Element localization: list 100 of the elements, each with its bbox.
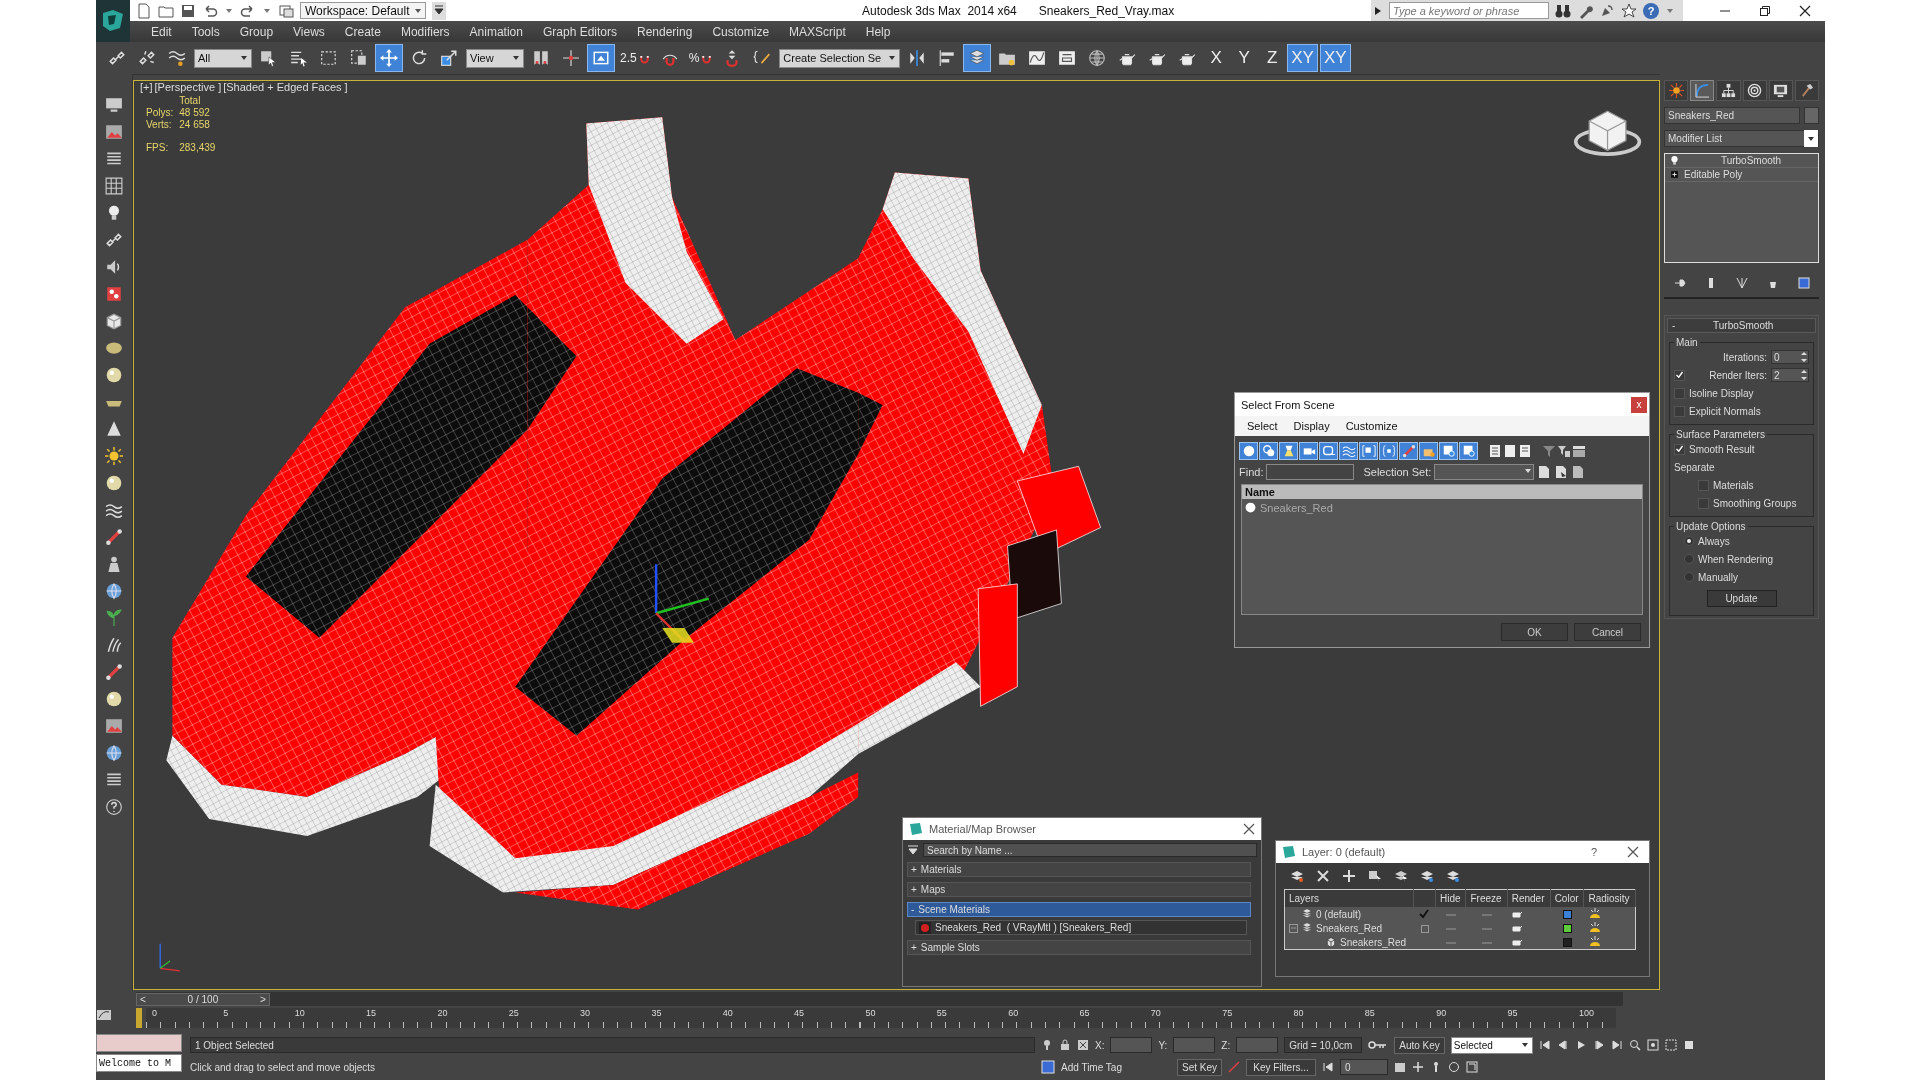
- menu-item[interactable]: Create: [335, 24, 392, 39]
- frame-tick-label: 55: [936, 1008, 947, 1020]
- file-name: Sneakers_Red_Vray.max: [1038, 3, 1175, 18]
- frame-tick-label: 5: [223, 1008, 229, 1020]
- section-label: Separate: [1674, 461, 1715, 473]
- frame-field[interactable]: 0: [1340, 1059, 1389, 1075]
- window-title: Layer: 0 (default): [1302, 846, 1386, 858]
- group-header[interactable]: - Scene Materials: [907, 902, 1251, 917]
- menu-item[interactable]: Customize: [703, 24, 781, 39]
- coordinate-label: Z:: [1221, 1039, 1231, 1051]
- group-title: Update Options: [1675, 521, 1747, 532]
- spinner-field[interactable]: 0: [1771, 350, 1809, 364]
- column-header[interactable]: Layers: [1284, 889, 1414, 907]
- layer-name[interactable]: Sneakers_Red: [1316, 922, 1383, 934]
- find-label: Find:: [1239, 466, 1264, 478]
- time-slider[interactable]: < 0 / 100 >: [136, 992, 270, 1006]
- frame-tick-label: 95: [1507, 1008, 1518, 1020]
- spinner-field[interactable]: 2: [1771, 368, 1809, 382]
- update-button[interactable]: Update: [1706, 590, 1777, 607]
- radio-label: Manually: [1698, 571, 1739, 583]
- snap-toggle-button[interactable]: 2.5: [618, 45, 653, 71]
- frame-tick-label: 25: [508, 1008, 519, 1020]
- key-filters-button[interactable]: Key Filters...: [1246, 1058, 1317, 1076]
- snap-toggle-button[interactable]: %: [686, 45, 716, 71]
- group-title: Surface Parameters: [1675, 429, 1766, 440]
- track-bar[interactable]: 0 5 10 15 20 25 30 35 40 45 50 55 60 65 70 75 80 85 90 95 100: [146, 1008, 1616, 1028]
- checkbox-label: Materials: [1713, 479, 1754, 491]
- menu-item[interactable]: Rendering: [628, 24, 704, 39]
- menu-item[interactable]: Modifiers: [391, 24, 461, 39]
- maxscript-output-field[interactable]: Welcome to M: [96, 1054, 182, 1072]
- menu-item[interactable]: Views: [284, 24, 336, 39]
- menu-item[interactable]: Select: [1247, 420, 1278, 432]
- dialog-button[interactable]: OK: [1501, 623, 1568, 641]
- menu-item[interactable]: Edit: [142, 24, 183, 39]
- rollout-header[interactable]: - TurboSmooth: [1667, 318, 1816, 333]
- menu-item[interactable]: Animation: [460, 24, 534, 39]
- menu-item[interactable]: Tools: [182, 24, 231, 39]
- group-header[interactable]: + Maps: [907, 882, 1251, 897]
- axis-constraint-button[interactable]: Y: [1232, 45, 1257, 71]
- viewport-label[interactable]: [Perspective ]: [154, 81, 222, 93]
- menu-item[interactable]: Group: [230, 24, 285, 39]
- dropdown[interactable]: Create Selection Se: [779, 48, 901, 68]
- axis-constraint-button[interactable]: Z: [1260, 45, 1285, 71]
- frame-tick-label: 30: [580, 1008, 591, 1020]
- frame-tick-label: 70: [1150, 1008, 1161, 1020]
- group-header[interactable]: + Sample Slots: [907, 940, 1251, 955]
- close-button[interactable]: x: [1631, 396, 1647, 413]
- dropdown[interactable]: All: [194, 48, 252, 68]
- group-header[interactable]: + Materials: [907, 862, 1251, 877]
- window-title: Material/Map Browser: [929, 823, 1036, 835]
- dialog-button[interactable]: Cancel: [1574, 623, 1641, 641]
- stat-label: Polys:: [146, 107, 174, 119]
- add-time-tag-label[interactable]: Add Time Tag: [1061, 1061, 1171, 1073]
- help-button[interactable]: ?: [1590, 846, 1597, 858]
- frame-tick-label: 50: [865, 1008, 876, 1020]
- menu-item[interactable]: Help: [856, 24, 902, 39]
- coordinate-label: Y:: [1158, 1039, 1168, 1051]
- menu-item[interactable]: Graph Editors: [533, 24, 628, 39]
- help-button[interactable]: ?: [1643, 2, 1659, 19]
- checkbox-label: Explicit Normals: [1689, 405, 1761, 417]
- column-header[interactable]: Render: [1507, 889, 1551, 907]
- frame-tick-label: 0: [152, 1008, 157, 1020]
- field-label: Iterations:: [1723, 351, 1767, 363]
- stat-label: Verts:: [146, 119, 173, 131]
- modifier-list-dropdown[interactable]: Modifier List: [1664, 130, 1819, 147]
- layer-name[interactable]: 0 (default): [1316, 908, 1362, 920]
- dropdown[interactable]: View: [466, 48, 524, 68]
- menu-item[interactable]: Customize: [1345, 420, 1398, 432]
- collapse-toggle[interactable]: -: [1672, 320, 1676, 331]
- auto-key-button[interactable]: Auto Key: [1394, 1036, 1445, 1054]
- frame-tick-label: 65: [1079, 1008, 1090, 1020]
- frame-tick-label: 85: [1364, 1008, 1375, 1020]
- menu-item[interactable]: MAXScript: [780, 24, 857, 39]
- group-title: Main: [1675, 337, 1699, 348]
- stack-item[interactable]: Editable Poly: [1665, 168, 1818, 182]
- set-key-button[interactable]: Set Key: [1177, 1058, 1223, 1076]
- layer-name[interactable]: Sneakers_Red: [1340, 936, 1407, 948]
- column-header[interactable]: Color: [1550, 889, 1584, 907]
- viewport-label[interactable]: [+]: [140, 81, 153, 93]
- column-header[interactable]: Hide: [1435, 889, 1466, 907]
- viewport-label[interactable]: [Shaded + Edged Faces ]: [223, 81, 348, 93]
- key-mode-dropdown[interactable]: Selected: [1450, 1036, 1533, 1054]
- column-header[interactable]: Radiosity: [1583, 889, 1636, 907]
- checkbox-label: Smoothing Groups: [1713, 497, 1797, 509]
- column-header[interactable]: Freeze: [1465, 889, 1508, 907]
- workspace-dropdown[interactable]: Workspace: Default: [300, 2, 426, 19]
- object-name-field[interactable]: Sneakers_Red: [1664, 107, 1800, 124]
- search-field[interactable]: Type a keyword or phrase: [1389, 2, 1549, 19]
- search-field[interactable]: Search by Name ...: [923, 843, 1257, 857]
- menu-item[interactable]: Display: [1293, 420, 1330, 432]
- frame-tick-label: 35: [651, 1008, 662, 1020]
- frame-tick-label: 20: [437, 1008, 448, 1020]
- radio-label: Always: [1698, 535, 1730, 547]
- field-label: Render Iters:: [1709, 369, 1767, 381]
- material-item[interactable]: Sneakers_Red ( VRayMtl ) [Sneakers_Red]: [915, 920, 1247, 935]
- rollout-title: TurboSmooth: [1712, 320, 1775, 331]
- column-header[interactable]: Name: [1242, 485, 1642, 499]
- stack-item[interactable]: TurboSmooth: [1665, 154, 1818, 168]
- axis-constraint-button[interactable]: X: [1204, 45, 1229, 71]
- dialog-title: Select From Scene: [1241, 398, 1335, 411]
